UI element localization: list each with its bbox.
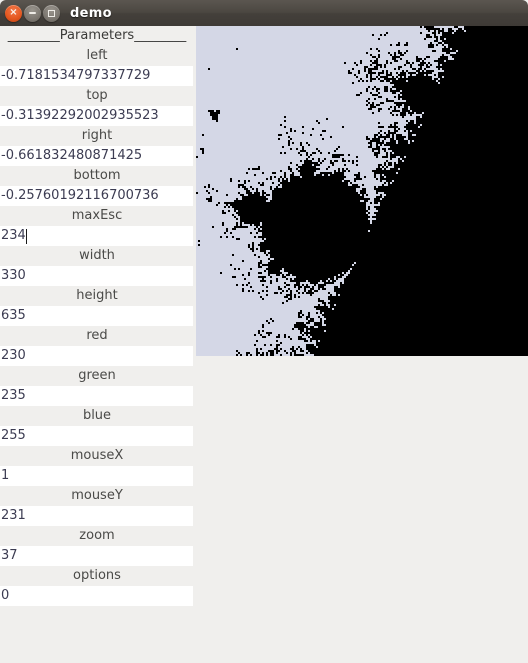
close-glyph: ×	[9, 7, 18, 18]
parameter-input-mouseY[interactable]: 231	[0, 506, 193, 526]
parameter-input-blue[interactable]: 255	[0, 426, 193, 446]
mandelbrot-fractal-render[interactable]	[196, 26, 528, 356]
parameter-label-width: width	[0, 246, 194, 266]
parameter-value-blue: 255	[1, 428, 26, 443]
parameter-value-red: 230	[1, 348, 26, 363]
text-caret	[25, 228, 27, 244]
parameter-label-maxEsc: maxEsc	[0, 206, 194, 226]
parameter-input-zoom[interactable]: 37	[0, 546, 193, 566]
client-area: ________Parameters________ left -0.718153…	[0, 26, 528, 663]
parameter-value-zoom: 37	[1, 548, 18, 563]
minimize-glyph	[29, 12, 36, 14]
minimize-icon[interactable]	[24, 4, 41, 22]
parameter-label-blue: blue	[0, 406, 194, 426]
parameter-value-mouseY: 231	[1, 508, 26, 523]
parameter-label-left: left	[0, 46, 194, 66]
parameter-value-width: 330	[1, 268, 26, 283]
parameter-label-bottom: bottom	[0, 166, 194, 186]
parameters-panel: ________Parameters________ left -0.718153…	[0, 26, 194, 606]
parameters-header: ________Parameters________	[0, 26, 194, 46]
parameter-label-options: options	[0, 566, 194, 586]
parameter-value-right: -0.661832480871425	[1, 148, 143, 163]
parameter-value-height: 635	[1, 308, 26, 323]
window-controls: ×	[5, 4, 60, 22]
demo-window: × demo ________Parameters________ left -0…	[0, 0, 528, 663]
window-titlebar[interactable]: × demo	[0, 0, 528, 26]
parameter-label-mouseY: mouseY	[0, 486, 194, 506]
parameter-input-top[interactable]: -0.31392292002935523	[0, 106, 193, 126]
maximize-glyph	[48, 9, 55, 17]
parameter-value-bottom: -0.25760192116700736	[1, 188, 159, 203]
parameter-value-top: -0.31392292002935523	[1, 108, 159, 123]
parameter-label-zoom: zoom	[0, 526, 194, 546]
close-icon[interactable]: ×	[5, 4, 22, 22]
parameter-label-red: red	[0, 326, 194, 346]
parameter-input-right[interactable]: -0.661832480871425	[0, 146, 193, 166]
parameter-input-height[interactable]: 635	[0, 306, 193, 326]
parameter-input-red[interactable]: 230	[0, 346, 193, 366]
parameter-label-green: green	[0, 366, 194, 386]
parameter-value-mouseX: 1	[1, 468, 10, 483]
parameter-input-maxEsc[interactable]: 234	[0, 226, 193, 246]
parameter-value-maxEsc: 234	[1, 228, 26, 243]
parameter-field-list: left -0.7181534797337729 top -0.31392292002…	[0, 46, 194, 606]
parameter-value-green: 235	[1, 388, 26, 403]
parameter-input-mouseX[interactable]: 1	[0, 466, 193, 486]
window-title: demo	[70, 5, 112, 21]
parameter-value-left: -0.7181534797337729	[1, 68, 151, 83]
maximize-icon[interactable]	[43, 4, 60, 22]
parameter-label-right: right	[0, 126, 194, 146]
parameter-input-left[interactable]: -0.7181534797337729	[0, 66, 193, 86]
parameter-label-top: top	[0, 86, 194, 106]
parameter-label-mouseX: mouseX	[0, 446, 194, 466]
parameter-value-options: 0	[1, 588, 10, 603]
parameter-input-options[interactable]: 0	[0, 586, 193, 606]
fractal-canvas	[196, 26, 528, 356]
parameter-input-green[interactable]: 235	[0, 386, 193, 406]
parameter-label-height: height	[0, 286, 194, 306]
parameter-input-width[interactable]: 330	[0, 266, 193, 286]
parameter-input-bottom[interactable]: -0.25760192116700736	[0, 186, 193, 206]
